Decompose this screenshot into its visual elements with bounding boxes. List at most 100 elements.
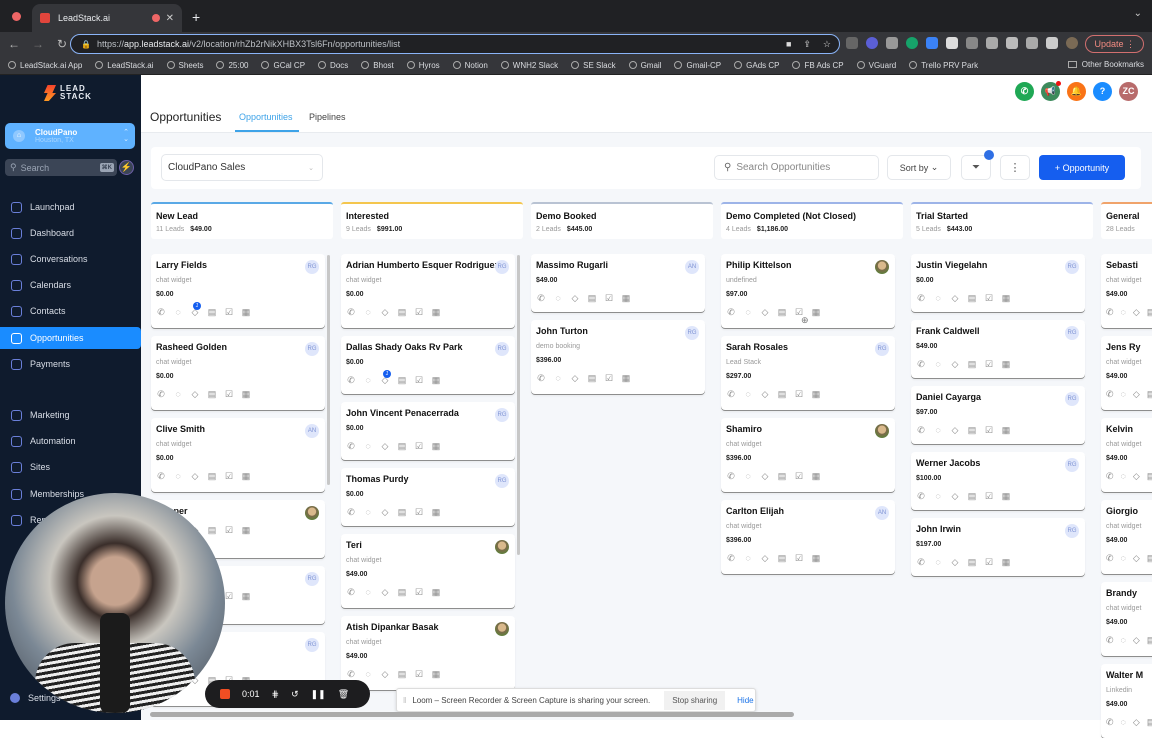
calendar-icon[interactable]: ▦ [621,373,631,384]
opportunity-card[interactable]: Shamiro chat widget $396.00 ✆ ◌ ◇ ▤ ☑ ▦ [721,418,895,492]
add-opportunity-button[interactable]: + Opportunity [1039,155,1125,180]
opportunity-card[interactable]: Adrian Humberto Esquer Rodriguez chat wid… [341,254,515,328]
phone-icon[interactable]: ✆ [156,307,166,318]
other-bookmarks[interactable]: Other Bookmarks [1067,60,1144,69]
opportunity-card[interactable]: Justin Viegelahn $0.00 ✆ ◌ ◇ ▤ ☑ ▦ RG [911,254,1085,312]
chat-icon[interactable]: ◌ [933,359,943,370]
forward-icon[interactable]: → [28,37,48,51]
column-scrollbar[interactable] [327,255,330,485]
sidebar-item-marketing[interactable]: Marketing [0,404,141,426]
note-icon[interactable]: ▤ [207,389,217,400]
tag-icon[interactable]: ◇ [380,587,390,598]
extension-icon[interactable] [866,37,878,49]
leadstack-logo[interactable]: LEAD STACK [44,85,92,101]
calendar-icon[interactable]: ▦ [241,307,251,318]
bookmark-item[interactable]: Notion [452,61,488,70]
tab-search-chevron-icon[interactable]: ⌄ [1134,8,1142,19]
task-icon[interactable]: ☑ [414,441,424,452]
note-icon[interactable]: ▤ [207,525,217,536]
bell-icon[interactable]: 🔔 [1067,82,1086,101]
phone-icon[interactable]: ✆ [726,553,736,564]
note-icon[interactable]: ▤ [777,553,787,564]
tag-icon[interactable]: ◇ [950,491,960,502]
chat-icon[interactable]: ◌ [363,507,373,518]
note-icon[interactable]: ▤ [1147,635,1152,646]
bookmark-item[interactable]: Docs [318,61,348,70]
sidebar-search[interactable]: ⚲ Search ⌘K [5,159,117,176]
tag-icon[interactable]: ◇ [380,507,390,518]
tag-icon[interactable]: ◇ [1133,307,1140,318]
bookmark-item[interactable]: Trello PRV Park [909,61,978,70]
bookmark-item[interactable]: WNH2 Slack [500,61,558,70]
task-icon[interactable]: ☑ [414,587,424,598]
phone-icon[interactable]: ✆ [1106,635,1114,646]
task-icon[interactable]: ☑ [414,307,424,318]
chat-icon[interactable]: ◌ [363,587,373,598]
task-icon[interactable]: ☑ [414,507,424,518]
update-button[interactable]: Update ⋮ [1085,35,1144,53]
opportunity-card[interactable]: Clive Smith chat widget $0.00 ✆ ◌ ◇ ▤ ☑ ▦ AN [151,418,325,492]
stop-sharing-button[interactable]: Stop sharing [664,690,726,710]
opportunity-card[interactable]: Thomas Purdy $0.00 ✆ ◌ ◇ ▤ ☑ ▦ RG [341,468,515,526]
search-opportunities-input[interactable]: ⚲ Search Opportunities [714,155,879,180]
calendar-icon[interactable]: ▦ [241,525,251,536]
chat-icon[interactable]: ◌ [363,375,373,386]
bookmark-item[interactable]: Sheets [166,61,203,70]
phone-icon[interactable]: ✆ [156,471,166,482]
opportunity-card[interactable]: Jens Rychat widget$49.00✆◌◇▤☑▦ [1101,336,1152,410]
webcam-bubble[interactable] [5,493,225,713]
tag-icon[interactable]: ◇ [1133,717,1140,728]
opportunity-card[interactable]: Werner Jacobs $100.00 ✆ ◌ ◇ ▤ ☑ ▦ RG [911,452,1085,510]
calendar-icon[interactable]: ▦ [431,669,441,680]
phone-icon[interactable]: ✆ [916,425,926,436]
task-icon[interactable]: ☑ [794,389,804,400]
tag-icon[interactable]: ◇ [380,307,390,318]
note-icon[interactable]: ▤ [397,507,407,518]
note-icon[interactable]: ▤ [967,425,977,436]
pipeline-select[interactable]: CloudPano Sales ⌄ [161,154,323,181]
camera-icon[interactable]: ■ [786,39,791,50]
note-icon[interactable]: ▤ [967,557,977,568]
hide-button[interactable]: Hide [737,696,753,705]
sidebar-item-payments[interactable]: Payments [0,353,141,375]
bookmark-item[interactable]: GCal CP [261,61,305,70]
chat-icon[interactable]: ◌ [363,441,373,452]
opportunity-card[interactable]: Rasheed Golden chat widget $0.00 ✆ ◌ ◇ ▤ ☑ ▦ RG [151,336,325,410]
opportunity-card[interactable]: Teri chat widget $49.00 ✆ ◌ ◇ ▤ ☑ ▦ [341,534,515,608]
phone-icon[interactable]: ✆ [346,587,356,598]
calendar-icon[interactable]: ▦ [431,507,441,518]
phone-icon[interactable]: ✆ [346,307,356,318]
tag-icon[interactable]: ◇ [760,389,770,400]
browser-tab[interactable]: LeadStack.ai ✕ [32,4,182,32]
note-icon[interactable]: ▤ [1147,389,1152,400]
note-icon[interactable]: ▤ [777,389,787,400]
bookmark-item[interactable]: SE Slack [571,61,616,70]
opportunity-card[interactable]: John Irwin $197.00 ✆ ◌ ◇ ▤ ☑ ▦ RG [911,518,1085,576]
more-options-button[interactable]: ⋮ [1000,155,1030,180]
phone-icon[interactable]: ✆ [1106,471,1114,482]
chat-icon[interactable]: ◌ [743,553,753,564]
note-icon[interactable]: ▤ [1147,717,1152,728]
sidebar-item-automation[interactable]: Automation [0,430,141,452]
opportunity-card[interactable]: Sebastichat widget$49.00✆◌◇▤☑▦ [1101,254,1152,328]
task-icon[interactable]: ☑ [224,307,234,318]
calendar-icon[interactable]: ▦ [1001,293,1011,304]
restart-icon[interactable]: ↺ [291,689,299,700]
column-scrollbar[interactable] [517,255,520,555]
chat-icon[interactable]: ◌ [743,389,753,400]
tag-icon[interactable]: ◇ [950,359,960,370]
note-icon[interactable]: ▤ [397,587,407,598]
back-icon[interactable]: ← [4,37,24,51]
bookmark-item[interactable]: GAds CP [734,61,779,70]
new-tab-button[interactable]: + [192,9,200,25]
phone-icon[interactable]: ✆ [1106,389,1114,400]
tag-icon[interactable]: ◇ 1 [380,370,391,386]
chat-icon[interactable]: ◌ [933,293,943,304]
tag-icon[interactable]: ◇ [190,471,200,482]
phone-icon[interactable]: ✆ [916,557,926,568]
phone-icon[interactable]: ✆ [156,389,166,400]
tag-icon[interactable]: ◇ [1133,553,1140,564]
phone-icon[interactable]: ✆ [346,441,356,452]
calendar-icon[interactable]: ▦ [811,471,821,482]
tag-icon[interactable]: ◇ [570,373,580,384]
